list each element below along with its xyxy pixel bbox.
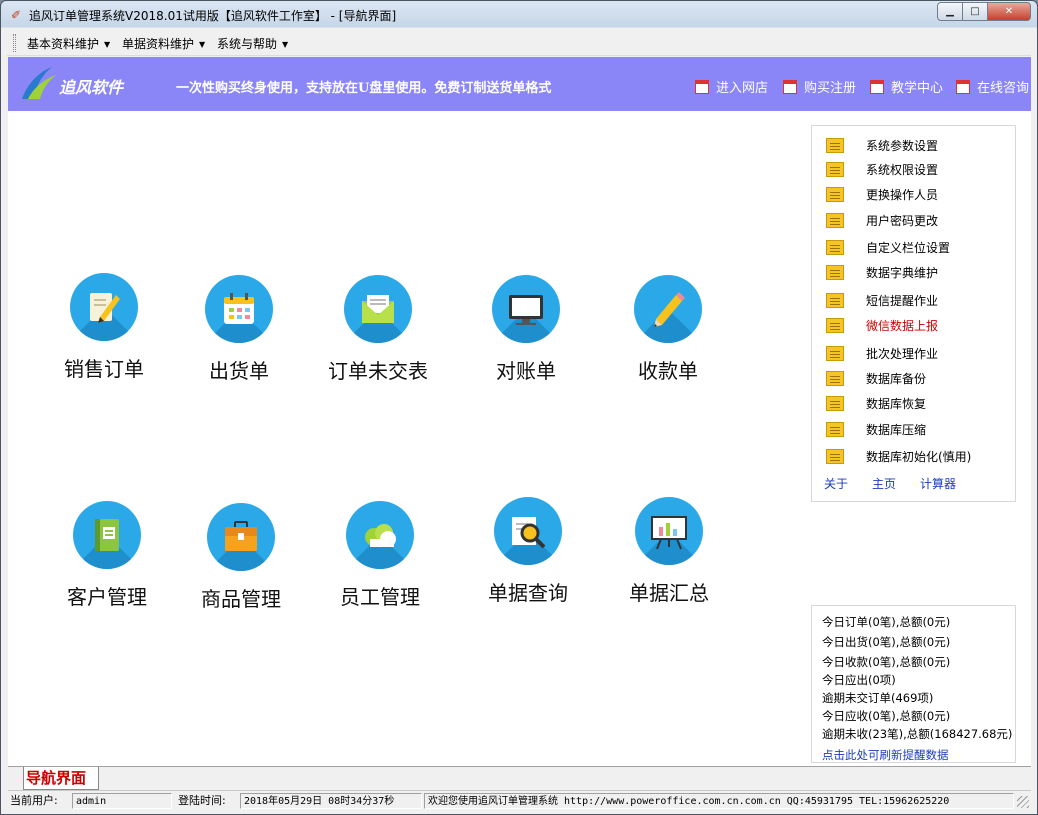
logo-icon [22,67,56,99]
calendar-icon [695,79,709,94]
magnifier-icon [494,497,562,565]
calculator-link[interactable]: 计算器 [920,475,956,492]
link-online-consult[interactable]: 在线咨询 [956,77,1029,96]
tile-statement[interactable]: 对账单 [461,275,591,384]
side-item-system-params[interactable]: 系统参数设置 [826,136,938,154]
reminder-stats-panel: 今日订单(0笔),总额(0元) 今日出货(0笔),总额(0元) 今日收款(0笔)… [811,605,1016,763]
side-item-data-dictionary[interactable]: 数据字典维护 [826,263,938,281]
side-item-batch-processing[interactable]: 批次处理作业 [826,344,938,362]
home-link[interactable]: 主页 [872,475,896,492]
welcome-message: 欢迎您使用追风订单管理系统 http://www.poweroffice.com… [424,793,1014,809]
presentation-icon [635,497,703,565]
notepad-icon [826,161,844,177]
menu-basic-data[interactable]: 基本资料维护 ▼ [27,35,110,52]
tile-document-summary[interactable]: 单据汇总 [604,497,734,606]
login-time-label: 登陆时间: [178,794,226,807]
stat-today-orders: 今日订单(0笔),总额(0元) [822,615,951,629]
navigation-area: 销售订单 出货单 订单未交表 对账单 收款单 客户管理 商品管理 员工管理 单据… [8,111,1031,766]
briefcase-icon [207,503,275,571]
system-functions-panel: 系统参数设置 系统权限设置 更换操作人员 用户密码更改 自定义栏位设置 数据字典… [811,125,1016,502]
cloud-icon [346,501,414,569]
menu-bar: 基本资料维护 ▼ 单据资料维护 ▼ 系统与帮助 ▼ [7,30,1031,56]
menu-document-data[interactable]: 单据资料维护 ▼ [122,35,205,52]
side-item-change-password[interactable]: 用户密码更改 [826,211,938,229]
login-time-value: 2018年05月29日 08时34分37秒 [240,793,422,809]
dropdown-caret-icon: ▼ [199,40,206,49]
notepad-icon [826,212,844,228]
stat-today-receivable: 今日应收(0笔),总额(0元) [822,709,951,723]
side-item-db-restore[interactable]: 数据库恢复 [826,394,926,412]
notepad-icon [826,292,844,308]
tile-receipt[interactable]: 收款单 [603,275,733,384]
notepad-icon [826,317,844,333]
link-purchase-register[interactable]: 购买注册 [783,77,856,96]
app-icon[interactable]: ✐ [9,8,23,22]
tile-employee-management[interactable]: 员工管理 [315,501,445,610]
slogan: 一次性购买终身使用，支持放在U盘里使用。免费订制送货单格式 [176,81,552,96]
side-links: 关于 主页 计算器 [824,475,980,492]
side-item-db-compact[interactable]: 数据库压缩 [826,420,926,438]
notepad-icon [826,421,844,437]
side-item-db-initialize[interactable]: 数据库初始化(慎用) [826,447,971,465]
side-item-db-backup[interactable]: 数据库备份 [826,369,926,387]
status-bar: 当前用户: admin 登陆时间: 2018年05月29日 08时34分37秒 … [8,790,1031,810]
close-button[interactable]: ✕ [987,2,1031,21]
resize-grip-icon[interactable] [1017,796,1029,808]
window-title: 追风订单管理系统V2018.01试用版【追风软件工作室】 - [导航界面] [29,9,397,23]
pencil-icon [634,275,702,343]
tile-sales-order[interactable]: 销售订单 [39,273,169,382]
title-bar[interactable]: ✐ 追风订单管理系统V2018.01试用版【追风软件工作室】 - [导航界面] … [1,1,1037,29]
tile-customer-management[interactable]: 客户管理 [42,501,172,610]
about-link[interactable]: 关于 [824,475,848,492]
tile-delivery-note[interactable]: 出货单 [174,275,304,384]
tile-product-management[interactable]: 商品管理 [176,503,306,612]
notepad-icon [826,395,844,411]
side-item-custom-fields[interactable]: 自定义栏位设置 [826,238,950,256]
calendar-icon [205,275,273,343]
side-item-switch-operator[interactable]: 更换操作人员 [826,185,938,203]
dropdown-caret-icon: ▼ [282,40,289,49]
book-icon [73,501,141,569]
window-controls: ▁ □ ✕ [937,2,1031,21]
current-user-value: admin [72,793,172,809]
current-user-label: 当前用户: [10,794,58,807]
mdi-tab-bar: 导航界面 [8,766,1031,790]
toolbar-grip-icon[interactable] [13,34,16,52]
stat-overdue-receivable: 逾期未收(23笔),总额(168427.68元) [822,727,1013,741]
refresh-reminders-link[interactable]: 点击此处可刷新提醒数据 [822,747,949,763]
maximize-button[interactable]: □ [962,2,988,21]
tile-document-query[interactable]: 单据查询 [463,497,593,606]
menu-system-help[interactable]: 系统与帮助 ▼ [217,35,288,52]
link-online-shop[interactable]: 进入网店 [695,77,768,96]
side-item-permissions[interactable]: 系统权限设置 [826,160,938,178]
stat-today-due-delivery: 今日应出(0项) [822,673,896,687]
envelope-icon [344,275,412,343]
tile-undelivered-orders[interactable]: 订单未交表 [313,275,443,384]
calendar-icon [783,79,797,94]
notepad-icon [826,448,844,464]
notepad-icon [826,186,844,202]
notepad-icon [826,370,844,386]
header-banner: 追风软件 一次性购买终身使用，支持放在U盘里使用。免费订制送货单格式 进入网店 … [8,57,1031,111]
calendar-icon [870,79,884,94]
stat-today-delivery: 今日出货(0笔),总额(0元) [822,635,951,649]
notepad-icon [826,345,844,361]
stat-today-receipts: 今日收款(0笔),总额(0元) [822,655,951,669]
link-tutorial-center[interactable]: 教学中心 [870,77,943,96]
monitor-icon [492,275,560,343]
notepad-icon [826,264,844,280]
minimize-button[interactable]: ▁ [937,2,963,21]
notepad-icon [826,239,844,255]
app-window: ✐ 追风订单管理系统V2018.01试用版【追风软件工作室】 - [导航界面] … [0,0,1038,815]
tab-navigation[interactable]: 导航界面 [23,767,99,790]
notepad-icon [826,137,844,153]
side-item-wechat-report[interactable]: 微信数据上报 [826,316,938,334]
calendar-icon [956,79,970,94]
pencil-paper-icon [70,273,138,341]
dropdown-caret-icon: ▼ [104,40,111,49]
side-item-sms-reminder[interactable]: 短信提醒作业 [826,291,938,309]
stat-overdue-orders: 逾期未交订单(469项) [822,691,934,705]
brand-name: 追风软件 [59,78,124,97]
